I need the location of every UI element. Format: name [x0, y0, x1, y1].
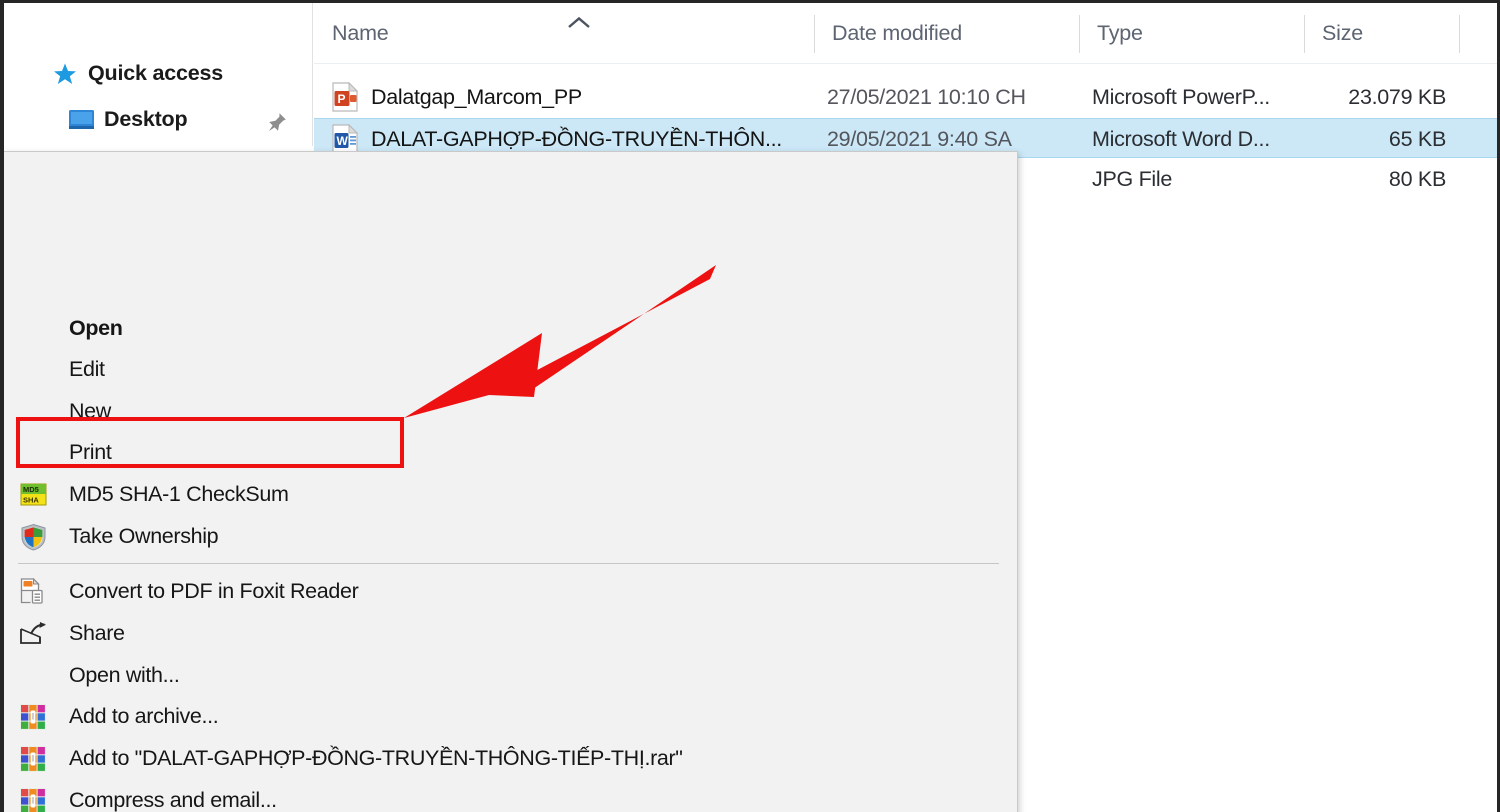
- type-cell: Microsoft PowerP...: [1092, 77, 1304, 117]
- menu-item-add-to-archive[interactable]: Add to archive...: [3, 696, 1017, 737]
- menu-item-take-ownership[interactable]: Take Ownership: [3, 516, 1017, 557]
- sidebar-item-quick-access[interactable]: Quick access: [4, 50, 313, 97]
- share-icon: [18, 619, 48, 649]
- menu-item-label: Add to "DALAT-GAPHỢP-ĐỒNG-TRUYỀN-THÔNG-T…: [69, 746, 683, 771]
- menu-item-new[interactable]: New: [3, 391, 1017, 432]
- menu-item-print[interactable]: Print: [3, 432, 1017, 473]
- file-explorer-window: Quick access Desktop: [4, 3, 1497, 812]
- pin-icon[interactable]: [266, 111, 288, 138]
- menu-item-label: New: [69, 399, 111, 424]
- screenshot-frame: Quick access Desktop: [0, 0, 1500, 812]
- sidebar-item-label: Desktop: [104, 107, 187, 132]
- md5-checksum-icon: MD5 SHA: [18, 480, 48, 510]
- type-cell: JPG File: [1092, 159, 1304, 199]
- type-cell: Microsoft Word D...: [1092, 119, 1304, 159]
- menu-item-label: Edit: [69, 357, 105, 382]
- menu-item-md5-sha1-checksum[interactable]: MD5 SHA MD5 SHA-1 CheckSum: [3, 474, 1017, 515]
- file-name-cell: P Dalatgap_Marcom_PP: [332, 77, 802, 117]
- menu-item-label: Compress and email...: [69, 788, 277, 812]
- menu-item-edit[interactable]: Edit: [3, 349, 1017, 390]
- menu-item-label: MD5 SHA-1 CheckSum: [69, 482, 289, 507]
- menu-item-label: Open: [69, 316, 123, 341]
- chevron-up-icon: [566, 13, 592, 31]
- menu-item-label: Print: [69, 440, 111, 465]
- size-cell: 80 KB: [1304, 159, 1454, 199]
- winrar-icon: [18, 744, 48, 774]
- svg-text:P: P: [338, 92, 346, 106]
- winrar-icon: [18, 702, 48, 732]
- column-header-date-modified[interactable]: Date modified: [814, 3, 1079, 64]
- svg-text:MD5: MD5: [23, 485, 39, 494]
- table-row[interactable]: P Dalatgap_Marcom_PP 27/05/2021 10:10 CH…: [314, 77, 1497, 117]
- column-header-divider: [1459, 3, 1460, 64]
- svg-text:SHA: SHA: [23, 496, 39, 505]
- shield-icon: [18, 522, 48, 552]
- menu-item-label: Convert to PDF in Foxit Reader: [69, 579, 358, 604]
- sidebar-item-label: Quick access: [88, 61, 223, 86]
- date-modified-cell: 27/05/2021 10:10 CH: [827, 77, 1079, 117]
- word-file-icon: W: [332, 124, 358, 154]
- menu-item-label: Add to archive...: [69, 704, 218, 729]
- navigation-pane: Quick access Desktop: [4, 3, 313, 146]
- menu-item-compress-and-email[interactable]: Compress and email...: [3, 780, 1017, 812]
- column-header-name[interactable]: Name: [314, 3, 814, 64]
- menu-item-label: Share: [69, 621, 125, 646]
- svg-text:W: W: [337, 134, 349, 148]
- monitor-icon: [66, 105, 96, 135]
- menu-item-share[interactable]: Share: [3, 613, 1017, 654]
- star-icon: [50, 59, 80, 89]
- menu-separator: [18, 563, 999, 564]
- file-list-column-headers: Name Date modified Type Size: [314, 3, 1497, 64]
- convert-pdf-icon: [18, 577, 48, 607]
- menu-item-label: Open with...: [69, 663, 180, 688]
- menu-item-open[interactable]: Open: [3, 308, 1017, 349]
- column-header-size[interactable]: Size: [1304, 3, 1459, 64]
- column-header-type[interactable]: Type: [1079, 3, 1304, 64]
- context-menu: Open Edit New Print MD5 SHA: [3, 151, 1018, 812]
- menu-item-open-with[interactable]: Open with...: [3, 655, 1017, 696]
- menu-item-label: Take Ownership: [69, 524, 218, 549]
- menu-item-convert-to-pdf-in-foxit-reader[interactable]: Convert to PDF in Foxit Reader: [3, 571, 1017, 612]
- size-cell: 65 KB: [1304, 119, 1454, 159]
- winrar-icon: [18, 786, 48, 812]
- powerpoint-file-icon: P: [332, 82, 358, 112]
- header-divider: [314, 63, 1497, 64]
- size-cell: 23.079 KB: [1304, 77, 1454, 117]
- menu-item-add-to-named-archive[interactable]: Add to "DALAT-GAPHỢP-ĐỒNG-TRUYỀN-THÔNG-T…: [3, 738, 1017, 779]
- sidebar-item-desktop[interactable]: Desktop: [4, 96, 313, 143]
